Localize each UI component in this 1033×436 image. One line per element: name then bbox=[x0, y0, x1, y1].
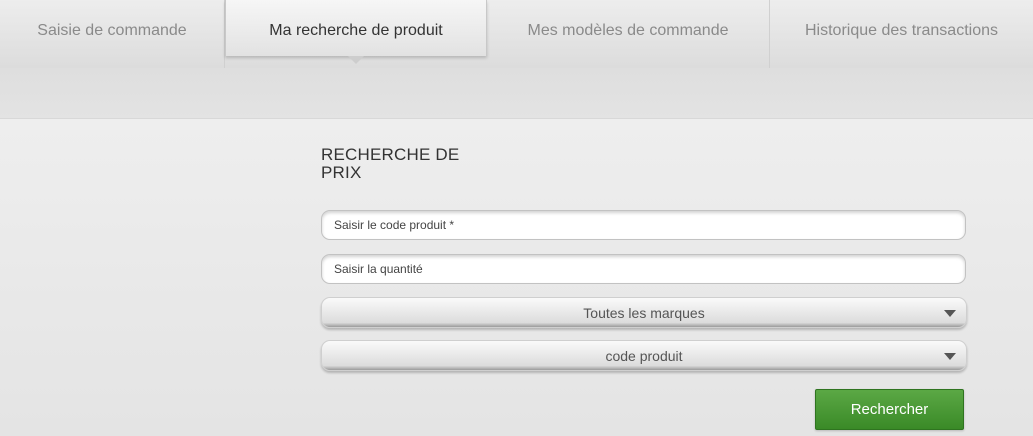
tab-label: Historique des transactions bbox=[805, 22, 998, 39]
brand-select[interactable]: Toutes les marques bbox=[321, 297, 967, 328]
chevron-down-icon bbox=[944, 353, 956, 360]
page-title: RECHERCHE DE PRIX bbox=[321, 146, 521, 182]
brand-select-value: Toutes les marques bbox=[583, 304, 705, 321]
active-tab-pointer-icon bbox=[348, 56, 364, 64]
product-code-input[interactable] bbox=[321, 210, 966, 240]
tab-mes-modeles-de-commande[interactable]: Mes modèles de commande bbox=[487, 0, 770, 68]
search-button-label: Rechercher bbox=[850, 401, 929, 418]
search-by-select[interactable]: code produit bbox=[321, 340, 967, 371]
page-title-line-2: PRIX bbox=[321, 163, 362, 182]
tab-label: Ma recherche de produit bbox=[269, 22, 443, 39]
tab-historique-des-transactions[interactable]: Historique des transactions bbox=[770, 0, 1033, 68]
page-title-line-1: RECHERCHE DE bbox=[321, 145, 460, 164]
search-button[interactable]: Rechercher bbox=[815, 389, 964, 430]
chevron-down-icon bbox=[944, 310, 956, 317]
quantity-input[interactable] bbox=[321, 254, 966, 284]
tab-ma-recherche-de-produit[interactable]: Ma recherche de produit bbox=[225, 0, 487, 64]
tab-saisie-de-commande[interactable]: Saisie de commande bbox=[0, 0, 225, 68]
tab-bar: Saisie de commande Ma recherche de produ… bbox=[0, 0, 1033, 69]
tab-label: Saisie de commande bbox=[37, 22, 187, 39]
search-by-select-value: code produit bbox=[605, 347, 683, 364]
tab-label: Mes modèles de commande bbox=[527, 22, 729, 39]
subheader-band bbox=[0, 68, 1033, 119]
